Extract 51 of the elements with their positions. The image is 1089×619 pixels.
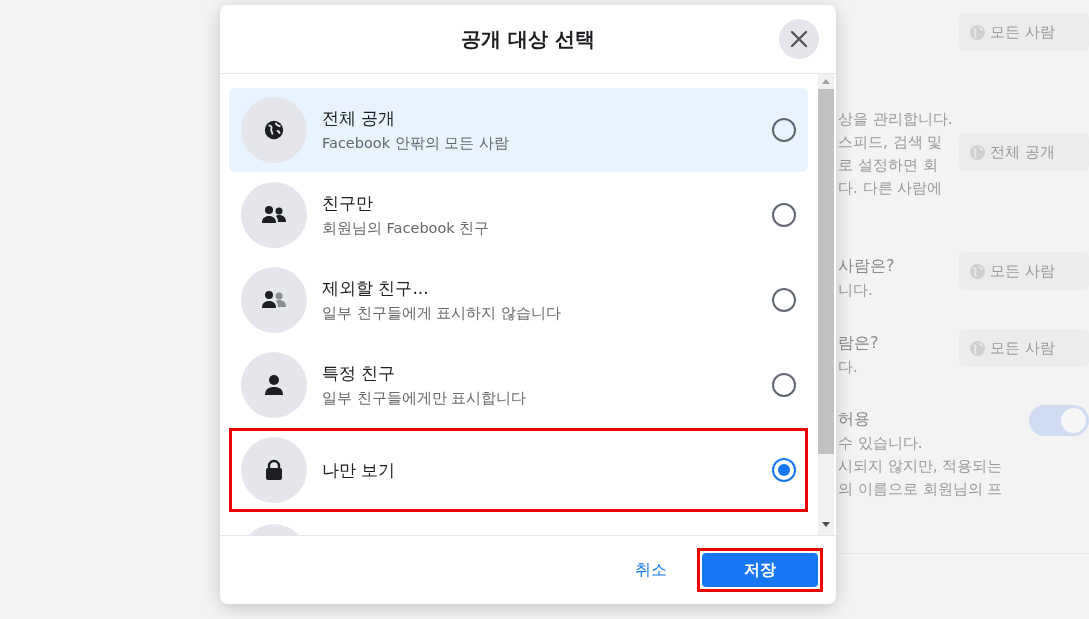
radio-button[interactable] (772, 458, 796, 482)
audience-option[interactable]: 전체 공개 Facebook 안팎의 모든 사람 (229, 88, 808, 172)
audience-option[interactable]: 제외할 친구... 일부 친구들에게 표시하지 않습니다 (229, 258, 808, 342)
setting-description: 수 있습니다. (838, 433, 924, 454)
audience-button[interactable]: 모든 사람 (959, 329, 1089, 367)
option-title: 친구만 (322, 192, 374, 215)
option-description: 일부 친구들에게 표시하지 않습니다 (322, 304, 562, 323)
person-icon (264, 374, 284, 396)
option-description: 회원님의 Facebook 친구 (322, 219, 491, 238)
option-title: 전체 공개 (322, 107, 397, 130)
setting-description: 로 설정하면 회 (838, 155, 939, 176)
setting-description: 상을 관리합니다. (838, 109, 954, 130)
option-title: 특정 친구 (322, 362, 397, 385)
audience-button[interactable]: 모든 사람 (959, 13, 1089, 51)
globe-icon (263, 119, 285, 141)
globe-icon (969, 262, 986, 280)
option-title: 나만 보기 (322, 458, 397, 482)
two-people-icon (261, 290, 287, 310)
setting-heading: 사람은? (838, 255, 896, 277)
audience-button[interactable]: 모든 사람 (959, 252, 1089, 290)
scrollbar[interactable] (818, 74, 834, 535)
option-description: Facebook 안팎의 모든 사람 (322, 134, 510, 153)
close-button[interactable] (779, 19, 819, 59)
cancel-button[interactable]: 취소 (625, 553, 677, 587)
toggle-switch[interactable] (1029, 405, 1089, 436)
setting-description: 시되지 않지만, 적용되는 (838, 456, 1004, 477)
audience-option[interactable]: 나만 보기 (229, 428, 808, 512)
globe-icon (969, 339, 986, 357)
audience-button[interactable]: 전체 공개 (959, 133, 1089, 171)
option-description: 일부 친구들에게만 표시합니다 (322, 389, 528, 408)
audience-option[interactable]: 특정 친구 일부 친구들에게만 표시합니다 (229, 343, 808, 427)
setting-description: 다. 다른 사람에 (838, 178, 944, 199)
two-people-icon (261, 205, 287, 225)
dialog-title: 공개 대상 선택 (461, 25, 595, 53)
setting-description: 다. (838, 357, 859, 378)
globe-icon (969, 23, 986, 41)
save-button[interactable]: 저장 (702, 553, 818, 587)
radio-button[interactable] (772, 288, 796, 312)
setting-description: 니다. (838, 280, 874, 301)
audience-option[interactable]: 친구만 회원님의 Facebook 친구 (229, 173, 808, 257)
setting-description: 의 이름으로 회원님의 프 (838, 479, 1004, 500)
close-icon (789, 29, 809, 49)
setting-description: 스피드, 검색 및 (838, 132, 944, 153)
globe-icon (969, 143, 986, 161)
setting-heading: 허용 (838, 408, 871, 430)
radio-button[interactable] (772, 118, 796, 142)
lock-icon (265, 459, 283, 481)
radio-button[interactable] (772, 373, 796, 397)
setting-heading: 람은? (838, 332, 880, 354)
radio-button[interactable] (772, 203, 796, 227)
option-title: 제외할 친구... (322, 277, 430, 300)
